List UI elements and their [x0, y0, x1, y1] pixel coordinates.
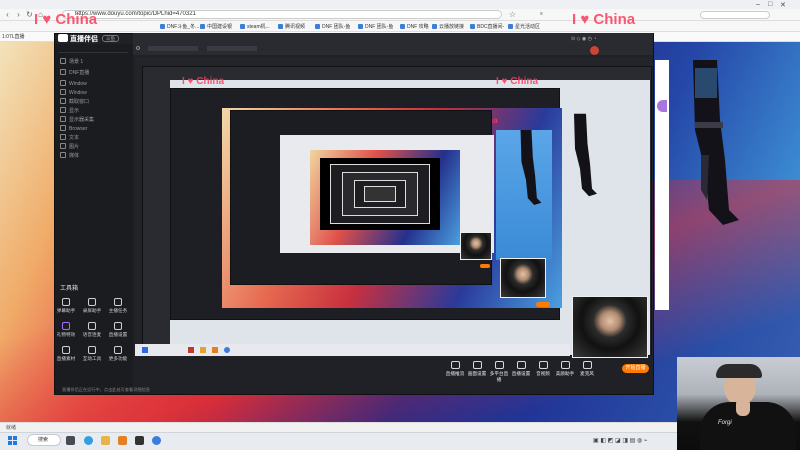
bookmark-item[interactable]: DNF 团队-鱼 — [315, 23, 350, 31]
watermark-text: I ♥ China — [182, 76, 225, 87]
user-avatar[interactable] — [590, 46, 599, 55]
app-badge: 斗鱼 — [102, 35, 119, 42]
webcam-thumbnail — [460, 232, 492, 260]
app-icon — [188, 347, 194, 353]
tool-button[interactable]: 弹幕助手 — [55, 298, 77, 314]
bottom-button[interactable]: 音视频 — [532, 361, 554, 379]
bottom-button[interactable]: 美颜助手 — [554, 361, 576, 379]
character-art — [693, 60, 739, 225]
tool-button[interactable]: 录屏助手 — [81, 298, 103, 314]
bookmark-item[interactable]: DNF 团队-鱼 — [358, 23, 393, 31]
webcam-thumbnail — [572, 296, 648, 358]
minimize-window-icon[interactable]: – — [756, 1, 760, 8]
capture-live-button — [480, 264, 490, 268]
sidebar-item[interactable]: Window — [60, 89, 87, 97]
back-icon[interactable]: ‹ — [3, 10, 12, 19]
maximize-window-icon[interactable]: □ — [768, 1, 772, 8]
sidebar-item[interactable]: 显示器采集 — [60, 116, 94, 124]
app-icon[interactable] — [152, 436, 161, 445]
app-icon — [224, 347, 230, 353]
bookmark-item[interactable]: 中国建设银 — [200, 23, 232, 31]
url-field[interactable]: https://www.douyu.com/topic/DPLhid=47032… — [62, 10, 502, 19]
app-icon[interactable] — [118, 436, 127, 445]
header-info-bar — [148, 46, 198, 51]
tool-button[interactable]: 主播任务 — [107, 298, 129, 314]
browser-search-input[interactable] — [700, 11, 770, 19]
app-logo: 直播伴侣 — [70, 36, 98, 43]
bottom-button[interactable]: 直播推流 — [444, 361, 466, 379]
sidebar-item[interactable]: 场景 1 — [60, 58, 83, 66]
header-info-bar — [207, 46, 257, 51]
close-window-icon[interactable]: ✕ — [780, 1, 786, 9]
float-tab-icon[interactable] — [657, 100, 667, 112]
character-art — [520, 130, 542, 205]
tool-button[interactable]: 互动工具 — [81, 346, 103, 362]
start-icon — [142, 347, 148, 353]
webcam-thumbnail — [500, 258, 546, 298]
capture-live-button — [536, 302, 550, 307]
header-dot-icon — [136, 46, 140, 50]
capture-tunnel-frame — [364, 186, 396, 202]
sidebar-item[interactable]: 显示 — [60, 107, 79, 115]
bookmark-item[interactable]: steam机... — [240, 23, 270, 31]
sidebar-item[interactable]: 图片 — [60, 143, 79, 151]
sidebar-tabs — [58, 45, 128, 53]
sidebar-item[interactable]: Browser — [60, 125, 87, 133]
app-icon — [212, 347, 218, 353]
app-logo-icon — [58, 34, 68, 42]
browser-icon[interactable] — [84, 436, 93, 445]
tool-button[interactable]: 直播设置 — [107, 322, 129, 338]
bookmark-item[interactable]: 云播放链接 — [432, 23, 464, 31]
tool-button[interactable]: 更多功能 — [107, 346, 129, 362]
start-button[interactable] — [8, 436, 17, 445]
browser-titlebar — [0, 0, 800, 9]
forward-icon[interactable]: › — [14, 10, 23, 19]
app-window-controls[interactable]: ⊙ ◇ ◉ ◷ ◔ — [571, 36, 596, 42]
tool-button[interactable]: 语音连麦 — [81, 322, 103, 338]
bookmark-item[interactable]: DNF斗鱼_冬... — [160, 23, 199, 31]
taskbar-search[interactable]: 搜索 — [27, 434, 61, 446]
bookmark-item[interactable]: DNF 攻略 — [400, 23, 429, 31]
tool-button[interactable]: 直播素材 — [55, 346, 77, 362]
refresh-icon[interactable]: ↻ — [25, 10, 34, 19]
task-view-icon[interactable] — [66, 436, 75, 445]
watermark-text: I ♥ China — [496, 76, 539, 87]
window-menu[interactable]: ≡ — [540, 11, 543, 17]
bookmark-item[interactable]: BDC直播间- — [470, 23, 504, 31]
site-tab[interactable]: 1:07L直播 — [2, 33, 52, 41]
app-footer-note: 直播伴侣正在运行中，点击此处可查看详细信息 — [62, 387, 150, 392]
bottom-button[interactable]: 多平台直播 — [488, 361, 510, 382]
watermark-text: I ♥ China — [572, 11, 636, 28]
webcam-hair — [716, 364, 762, 378]
sidebar-item[interactable]: 截取窗口 — [60, 98, 89, 106]
character-art — [574, 113, 597, 197]
streaming-app-icon[interactable] — [135, 436, 144, 445]
bottom-button[interactable]: 直播设置 — [510, 361, 532, 379]
bookmark-item[interactable]: 腾讯视频 — [278, 23, 305, 31]
tools-title: 工具箱 — [60, 286, 79, 292]
bottom-button[interactable]: 画面设置 — [466, 361, 488, 379]
bookmark-item[interactable]: 星光活动区 — [508, 23, 540, 31]
sidebar-item[interactable]: 媒体 — [60, 152, 79, 160]
sidebar-item[interactable]: DNF直播 — [60, 69, 89, 77]
webcam-hand — [736, 398, 750, 416]
sidebar-item[interactable]: Window — [60, 80, 87, 88]
tool-button[interactable]: 礼物特效 — [55, 322, 77, 338]
bottom-button[interactable]: 麦克风 — [576, 361, 598, 379]
app-icon — [200, 347, 206, 353]
watermark-text: I ♥ China — [34, 11, 98, 28]
shirt-logo-text: Forgi — [718, 420, 732, 426]
tray-icons[interactable]: ▣ ◧ ◩ ◪ ◨ ▤ ◍ ⌁ — [593, 437, 648, 444]
star-icon[interactable]: ☆ — [508, 10, 517, 19]
folder-icon[interactable] — [101, 436, 110, 445]
sidebar-item[interactable]: 文本 — [60, 134, 79, 142]
go-live-button[interactable]: 开始直播 — [622, 364, 649, 373]
